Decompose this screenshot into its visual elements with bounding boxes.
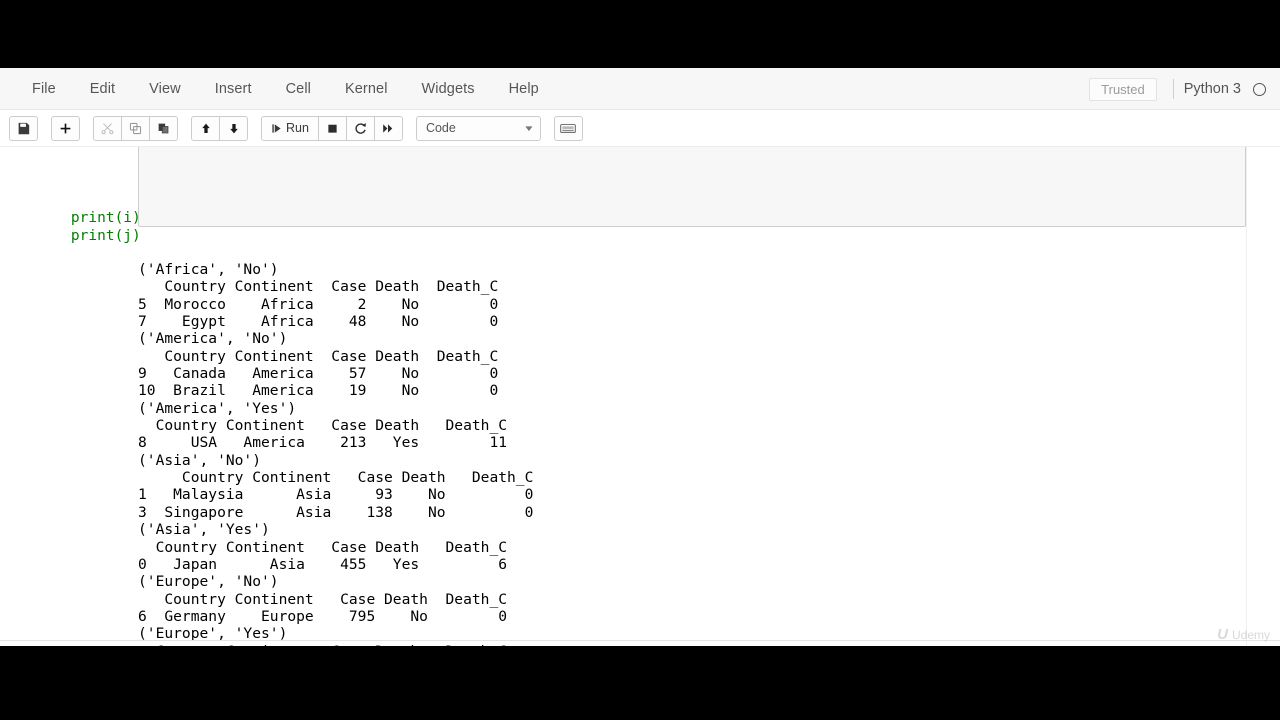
next-code-cell[interactable] [0, 640, 1280, 646]
restart-and-run-all-button[interactable] [373, 115, 403, 141]
paste-cells-button[interactable] [149, 115, 178, 141]
menu-kernel[interactable]: Kernel [331, 75, 402, 103]
command-palette-button[interactable] [553, 115, 583, 141]
kernel-idle-circle-icon [1253, 82, 1266, 96]
menu-view[interactable]: View [135, 75, 195, 103]
code-cell-source: print(i) print(j) [36, 209, 141, 245]
toolbar-group-clipboard [93, 115, 178, 141]
code-cell-input[interactable] [138, 147, 1246, 227]
notebook-canvas[interactable]: print(i) print(j) ('Africa', 'No') Count… [0, 147, 1280, 646]
copy-cells-button[interactable] [121, 115, 150, 141]
menu-help[interactable]: Help [495, 75, 553, 103]
toolbar-group-insert [51, 115, 80, 141]
run-button[interactable]: Run [261, 115, 319, 141]
kernel-name-label: Python 3 [1183, 81, 1241, 97]
menu-cell[interactable]: Cell [272, 75, 325, 103]
code-line-print-j: print(j) [36, 228, 141, 244]
cut-cells-button[interactable] [93, 115, 122, 141]
menu-insert[interactable]: Insert [201, 75, 266, 103]
toolbar-group-move [191, 115, 248, 141]
run-button-label: Run [286, 121, 309, 135]
code-line-print-i: print(i) [36, 210, 141, 226]
interrupt-kernel-button[interactable] [317, 115, 347, 141]
menubar-right-group: Trusted Python 3 [1089, 68, 1266, 110]
menubar-divider [1172, 79, 1174, 99]
screen-root: File Edit View Insert Cell Kernel Widget… [0, 0, 1280, 720]
toolbar-group-run: Run [261, 115, 403, 141]
move-cell-up-button[interactable] [191, 115, 220, 141]
toolbar-group-save [9, 115, 38, 141]
cell-type-select[interactable]: Code ▼ [415, 115, 541, 141]
chevron-down-icon: ▼ [523, 123, 535, 133]
move-cell-down-button[interactable] [219, 115, 248, 141]
menu-edit[interactable]: Edit [76, 75, 129, 103]
menu-widgets[interactable]: Widgets [408, 75, 489, 103]
toolbar: Run Code ▼ [0, 110, 1280, 147]
cell-right-edge-rule [1246, 147, 1247, 646]
insert-cell-below-button[interactable] [51, 115, 80, 141]
cell-type-value: Code [425, 121, 456, 135]
code-cell-output: ('Africa', 'No') Country Continent Case … [138, 261, 534, 646]
save-button[interactable] [9, 115, 38, 141]
restart-kernel-button[interactable] [345, 115, 375, 141]
menu-file[interactable]: File [18, 75, 70, 103]
notebook-viewport: File Edit View Insert Cell Kernel Widget… [0, 68, 1280, 646]
trusted-badge[interactable]: Trusted [1089, 77, 1157, 101]
menubar: File Edit View Insert Cell Kernel Widget… [0, 68, 1280, 110]
toolbar-group-palette [553, 115, 583, 141]
